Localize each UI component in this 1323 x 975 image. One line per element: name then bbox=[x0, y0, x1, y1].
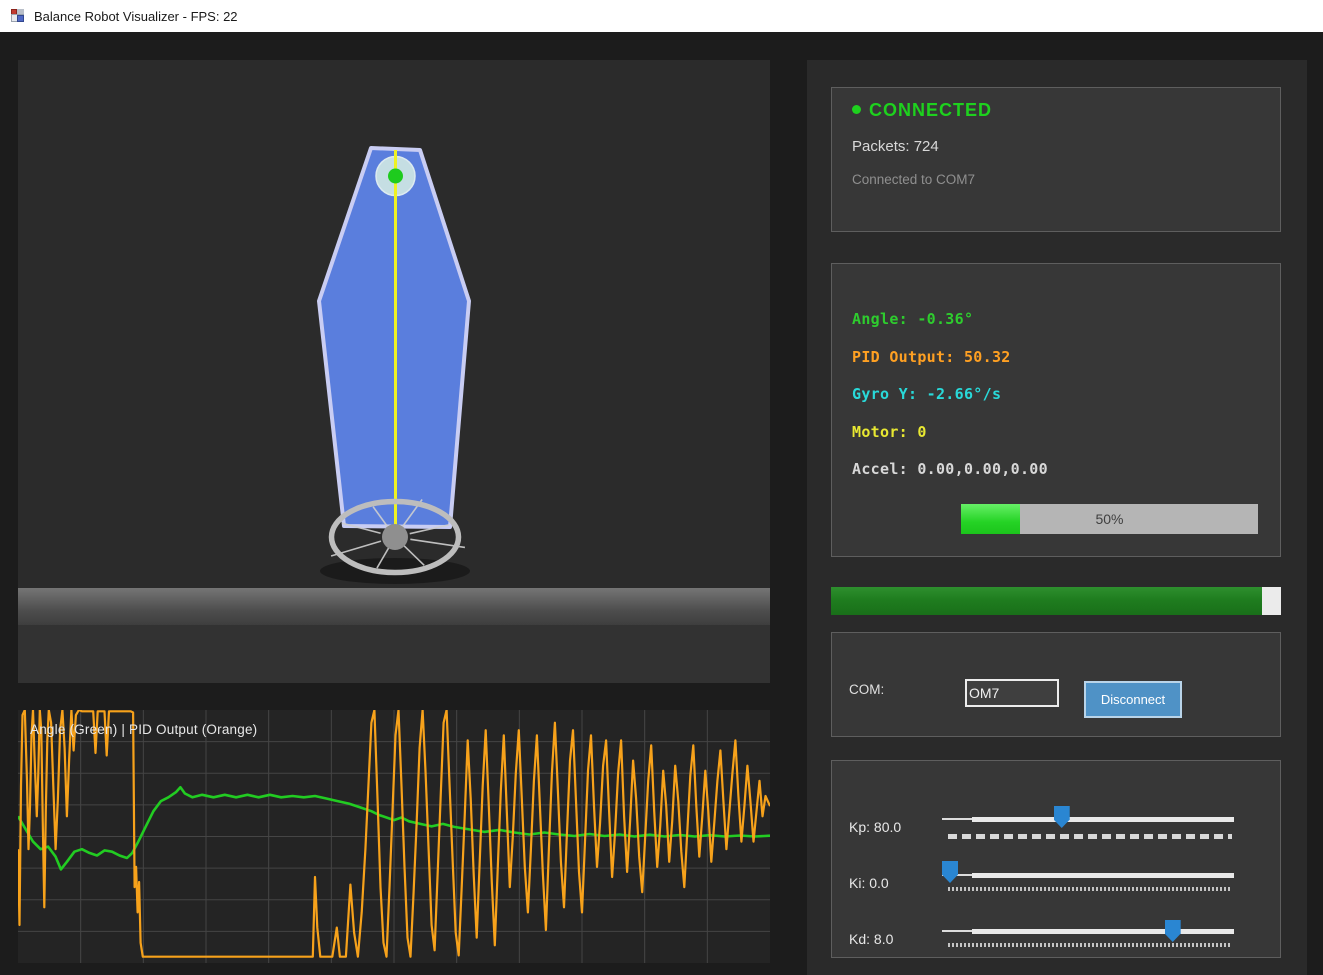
kp-track[interactable] bbox=[972, 817, 1234, 822]
com-connection-box: COM: Disconnect bbox=[831, 632, 1281, 737]
ki-ticks bbox=[948, 887, 1232, 891]
data-progress-fill bbox=[831, 587, 1262, 615]
wheel-hub bbox=[382, 524, 408, 550]
com-port-input[interactable] bbox=[965, 679, 1059, 707]
app-icon bbox=[10, 8, 26, 24]
window-title: Balance Robot Visualizer - FPS: 22 bbox=[34, 9, 238, 24]
accel-value: Accel: 0.00,0.00,0.00 bbox=[852, 460, 1048, 478]
kd-track[interactable] bbox=[972, 929, 1234, 934]
angle-pid-chart bbox=[18, 710, 770, 963]
imu-center-dot bbox=[388, 169, 403, 184]
telemetry-box: Angle: -0.36° PID Output: 50.32 Gyro Y: … bbox=[831, 263, 1281, 557]
kd-slider-thumb[interactable] bbox=[1165, 920, 1181, 942]
control-panel: CONNECTED Packets: 724 Connected to COM7… bbox=[807, 60, 1307, 975]
packets-count: Packets: 724 bbox=[852, 138, 939, 155]
connection-status-box: CONNECTED Packets: 724 Connected to COM7 bbox=[831, 87, 1281, 232]
gyro-y-value: Gyro Y: -2.66°/s bbox=[852, 385, 1001, 403]
kd-ticks bbox=[948, 943, 1232, 947]
connection-info: Connected to COM7 bbox=[852, 172, 975, 187]
chart-panel: Angle (Green) | PID Output (Orange) bbox=[18, 710, 770, 963]
data-progress-bar bbox=[831, 587, 1281, 615]
kp-ticks bbox=[948, 834, 1232, 839]
balance-meter-label: 50% bbox=[961, 504, 1258, 534]
pid-output-value: PID Output: 50.32 bbox=[852, 348, 1011, 366]
title-bar: Balance Robot Visualizer - FPS: 22 bbox=[0, 0, 1323, 32]
robot-visualization-panel bbox=[18, 60, 770, 683]
chart-legend: Angle (Green) | PID Output (Orange) bbox=[30, 722, 257, 737]
ki-track[interactable] bbox=[972, 873, 1234, 878]
com-label: COM: bbox=[849, 682, 884, 697]
ki-slider-thumb[interactable] bbox=[942, 861, 958, 883]
below-ground-area bbox=[18, 625, 770, 683]
pid-tuning-box: Kp: 80.0 Ki: 0.0 Kd: 8.0 bbox=[831, 760, 1281, 958]
angle-value: Angle: -0.36° bbox=[852, 310, 973, 328]
connection-status: CONNECTED bbox=[852, 100, 992, 121]
motor-value: Motor: 0 bbox=[852, 423, 927, 441]
disconnect-button[interactable]: Disconnect bbox=[1084, 681, 1182, 718]
kd-label: Kd: 8.0 bbox=[849, 931, 893, 947]
ki-label: Ki: 0.0 bbox=[849, 875, 889, 891]
kp-track-left[interactable] bbox=[942, 818, 972, 820]
kp-label: Kp: 80.0 bbox=[849, 819, 901, 835]
robot-visualization bbox=[18, 60, 770, 683]
balance-meter: 50% bbox=[961, 504, 1258, 534]
status-text: CONNECTED bbox=[869, 100, 992, 120]
ground-bar bbox=[18, 588, 770, 625]
kp-slider-thumb[interactable] bbox=[1054, 806, 1070, 828]
status-dot-icon bbox=[852, 105, 861, 114]
kd-track-left[interactable] bbox=[942, 930, 972, 932]
